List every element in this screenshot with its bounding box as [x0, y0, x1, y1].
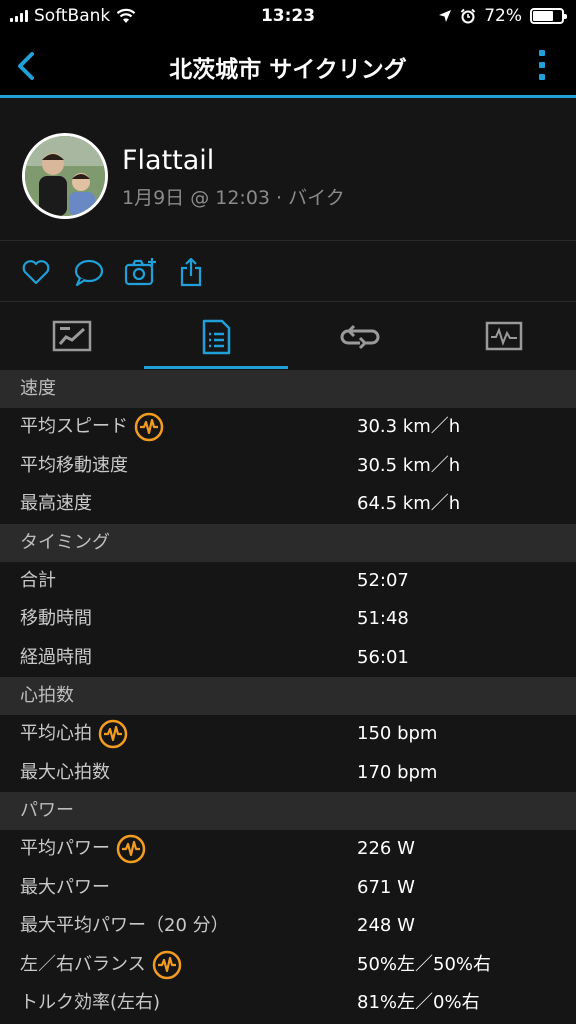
- stat-value: 81%左／0%右: [357, 992, 480, 1013]
- stat-row: 平均パワー 226 W: [0, 830, 576, 869]
- activity-tabs: [0, 303, 576, 369]
- chart-icon: [485, 321, 523, 351]
- stat-value: 50%左／50%右: [357, 953, 492, 975]
- stat-value: 150 bpm: [357, 723, 438, 744]
- section-header: 速度: [0, 370, 576, 408]
- stat-label-text: トルク効率(左右): [20, 992, 161, 1013]
- stat-value: 52:07: [357, 569, 409, 591]
- stat-value: 64.5 km／h: [357, 493, 461, 514]
- share-icon: [180, 257, 202, 287]
- nav-bar: 北茨城市 サイクリング: [0, 34, 576, 98]
- stat-row: トルク効率(左右) 81%左／0%右: [0, 984, 576, 1023]
- stat-value: 56:01: [357, 646, 409, 668]
- stat-value: 248 W: [357, 915, 415, 936]
- stat-label: 最高速度: [20, 485, 92, 523]
- stat-label: 左／右バランス: [20, 946, 182, 984]
- more-dot-icon: [539, 62, 545, 68]
- stat-label: 最大心拍数: [20, 754, 110, 792]
- stat-label: 合計: [20, 562, 56, 600]
- stats-list-icon: [202, 319, 231, 355]
- stat-value: 226 W: [357, 838, 415, 859]
- performance-badge-icon[interactable]: [98, 719, 128, 749]
- tab-overview[interactable]: [0, 303, 144, 369]
- alarm-icon: [460, 8, 476, 24]
- stat-row: 平均移動速度 30.5 km／h: [0, 446, 576, 485]
- stat-label: 移動時間: [20, 600, 92, 638]
- stat-label-text: 平均心拍: [20, 723, 92, 744]
- more-dot-icon: [539, 74, 545, 80]
- tab-charts[interactable]: [432, 303, 576, 369]
- stat-label-text: 平均移動速度: [20, 454, 128, 476]
- action-bar: [0, 242, 576, 302]
- stat-value: 170 bpm: [357, 761, 438, 783]
- stat-row: 最大平均パワー（20 分） 248 W: [0, 907, 576, 946]
- stat-row: 経過時間 56:01: [0, 638, 576, 677]
- stat-label: 平均スピード: [20, 408, 164, 446]
- stat-label: 平均パワー: [20, 830, 146, 868]
- more-dot-icon: [539, 50, 545, 56]
- section-header: タイミング: [0, 523, 576, 562]
- stats-list: 速度平均スピード 30.3 km／h 平均移動速度 30.5 km／h 最高速度 64.5…: [0, 370, 576, 1023]
- stat-label: 最大パワー: [20, 869, 110, 907]
- section-header: 心拍数: [0, 677, 576, 715]
- stat-label-text: 最大平均パワー（20 分）: [20, 915, 229, 936]
- stat-row: 最大パワー 671 W: [0, 868, 576, 907]
- section-header: パワー: [0, 792, 576, 830]
- overview-icon: [52, 320, 92, 352]
- stat-label: 平均心拍: [20, 715, 128, 753]
- add-photo-button[interactable]: [124, 256, 156, 288]
- laps-icon: [340, 324, 380, 350]
- stat-value: 30.5 km／h: [357, 454, 461, 476]
- page-title: 北茨城市 サイクリング: [169, 57, 407, 83]
- stat-label-text: 合計: [20, 569, 56, 591]
- more-options-button[interactable]: [538, 50, 546, 84]
- tab-laps[interactable]: [288, 303, 432, 369]
- stat-row: 最高速度 64.5 km／h: [0, 485, 576, 524]
- stat-row: 左／右バランス 50%左／50%右: [0, 945, 576, 984]
- stat-label-text: 最大パワー: [20, 876, 110, 898]
- stat-label: 経過時間: [20, 639, 92, 677]
- location-icon: [439, 10, 452, 22]
- stat-row: 移動時間 51:48: [0, 600, 576, 639]
- stat-label-text: 左／右バランス: [20, 953, 146, 975]
- tab-stats[interactable]: [144, 303, 288, 369]
- share-button[interactable]: [176, 256, 208, 288]
- comment-icon: [74, 259, 104, 287]
- avatar-photo: [25, 136, 105, 216]
- activity-header: Flattail 1月9日 @ 12:03 · バイク: [0, 101, 576, 241]
- performance-badge-icon[interactable]: [116, 834, 146, 864]
- stat-label-text: 最大心拍数: [20, 761, 110, 783]
- stat-row: 最大心拍数 170 bpm: [0, 753, 576, 792]
- stat-label: 平均移動速度: [20, 447, 128, 485]
- activity-meta: 1月9日 @ 12:03 · バイク: [122, 187, 345, 209]
- stat-label-text: 平均パワー: [20, 838, 110, 859]
- stat-label-text: 経過時間: [20, 646, 92, 668]
- user-name[interactable]: Flattail: [122, 145, 214, 176]
- heart-icon: [22, 260, 50, 285]
- stat-row: 平均心拍 150 bpm: [0, 715, 576, 754]
- stat-label-text: 移動時間: [20, 608, 92, 629]
- stat-value: 671 W: [357, 876, 415, 898]
- camera-plus-icon: [124, 258, 156, 286]
- battery-percent: 72%: [484, 6, 522, 26]
- stat-label-text: 最高速度: [20, 493, 92, 514]
- stat-label: トルク効率(左右): [20, 984, 160, 1022]
- avatar[interactable]: [22, 133, 108, 219]
- stat-row: 平均スピード 30.3 km／h: [0, 408, 576, 447]
- stat-value: 30.3 km／h: [357, 416, 461, 437]
- status-bar: SoftBank 13:23 72%: [0, 0, 576, 34]
- stat-row: 合計 52:07: [0, 561, 576, 600]
- performance-badge-icon[interactable]: [152, 950, 182, 980]
- comment-button[interactable]: [73, 256, 105, 288]
- stat-label-text: 平均スピード: [20, 416, 128, 437]
- performance-badge-icon[interactable]: [134, 412, 164, 442]
- battery-icon: [530, 8, 567, 24]
- stat-label: 最大平均パワー（20 分）: [20, 907, 229, 945]
- status-right: 72%: [438, 6, 567, 26]
- stat-value: 51:48: [357, 608, 409, 629]
- like-button[interactable]: [20, 256, 52, 288]
